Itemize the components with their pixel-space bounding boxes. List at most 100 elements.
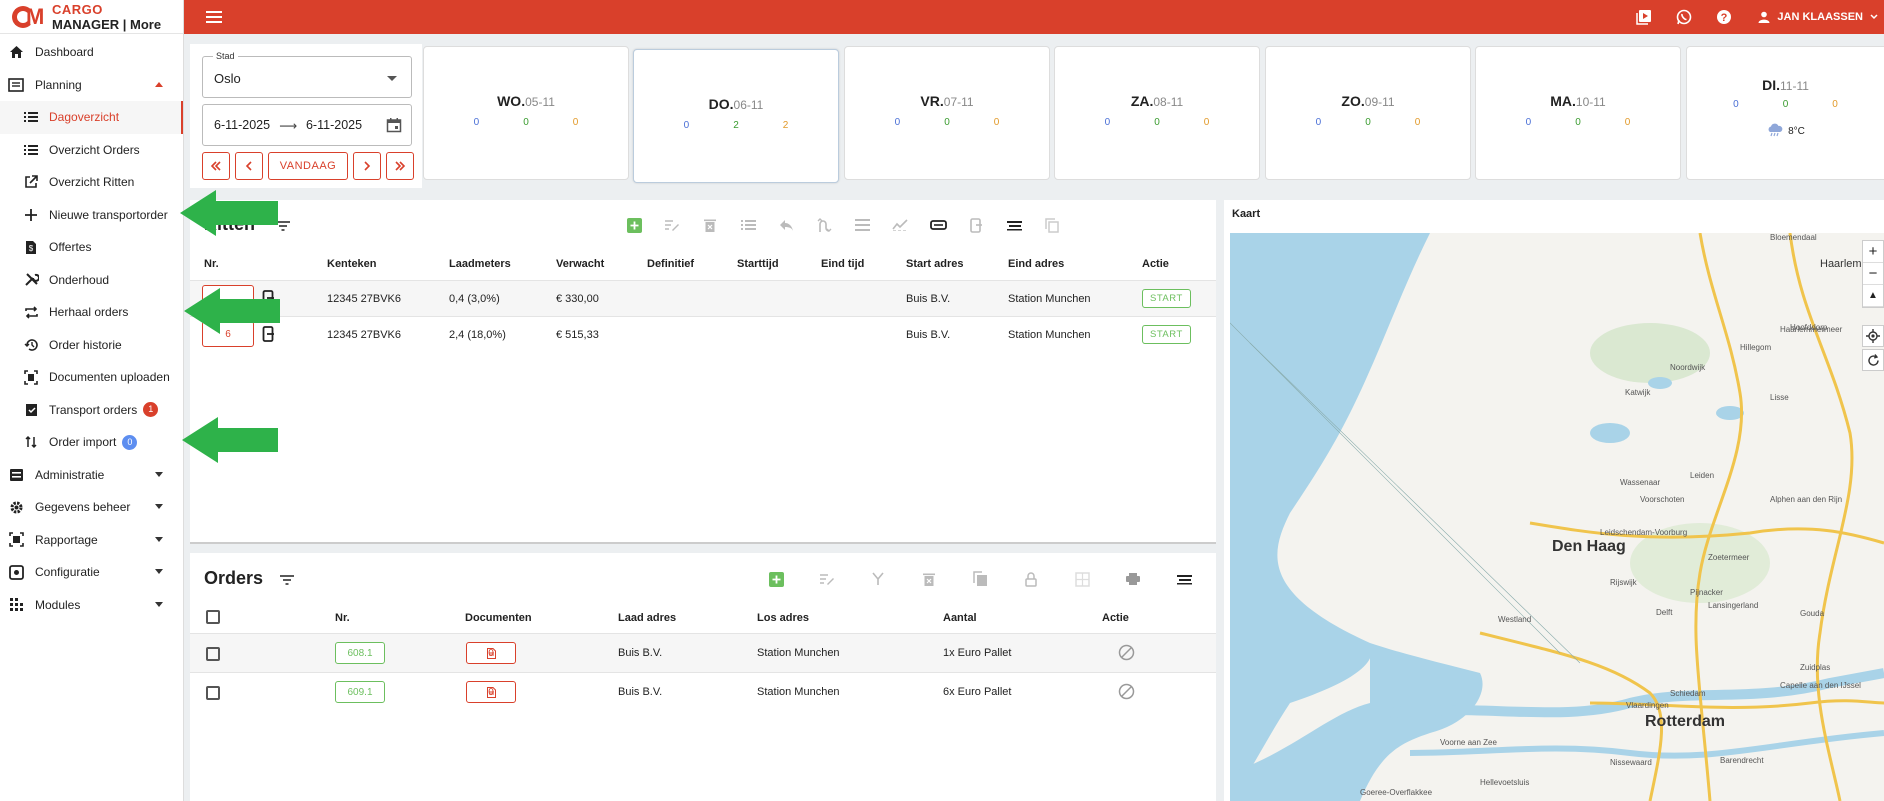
documents-button[interactable]: 0 [466,642,516,664]
sidebar-item-dashboard[interactable]: Dashboard [0,36,183,69]
video-library-icon[interactable] [1635,8,1653,26]
merge-icon[interactable] [869,570,887,588]
truck-icon[interactable] [1175,570,1193,588]
day-card[interactable]: WO.05-11 0 0 0 [423,46,629,180]
route-icon[interactable] [815,216,833,234]
user-menu[interactable]: JAN KLAASSEN [1755,8,1878,26]
compass-icon[interactable]: ▲ [1863,285,1883,307]
start-button[interactable]: START [1142,289,1191,308]
split-icon[interactable] [1073,570,1091,588]
select-all-checkbox[interactable] [206,610,220,624]
help-icon[interactable]: ? [1715,8,1733,26]
day-card[interactable]: ZA.08-11 0 0 0 [1054,46,1260,180]
edit-list-icon[interactable] [818,570,836,588]
sidebar-item-configuratie[interactable]: Configuratie [0,556,183,589]
sidebar-item-overzicht-orders[interactable]: Overzicht Orders [0,134,183,167]
sidebar-item-order-historie[interactable]: Order historie [0,329,183,362]
table-row[interactable]: 609.1 0 Buis B.V. Station Munchen 6x Eur… [190,672,1216,711]
mobile-icon[interactable] [967,216,985,234]
city-select[interactable]: Stad Oslo [202,51,412,98]
today-button[interactable]: VANDAAG [268,152,348,180]
lines-icon[interactable] [853,216,871,234]
add-icon[interactable] [625,216,643,234]
table-row[interactable]: 12345 27BVK6 0,4 (3,0%) € 330,00 Buis B.… [190,280,1216,316]
map-label: Capelle aan den IJssel [1780,681,1861,690]
copy-document-icon[interactable] [971,570,989,588]
sidebar-item-label: Onderhoud [49,272,110,287]
truck-icon[interactable] [1005,216,1023,234]
start-button[interactable]: START [1142,325,1191,344]
eind-adres: Station Munchen [1008,293,1091,305]
day-card[interactable]: VR.07-11 0 0 0 [844,46,1050,180]
sidebar-item-documenten-uploaden[interactable]: Documenten uploaden [0,361,183,394]
truck-card-icon[interactable] [929,216,947,234]
map-label: Hillegom [1740,343,1772,352]
sidebar-item-herhaal-orders[interactable]: Herhaal orders [0,296,183,329]
orders-table-header: Nr. Documenten Laad adres Los adres Aant… [190,610,1216,634]
day-card[interactable]: MA.10-11 0 0 0 [1475,46,1681,180]
calendar-icon[interactable] [386,117,402,136]
order-nr-button[interactable]: 608.1 [335,642,385,664]
col-start-adres: Start adres [906,258,964,270]
sidebar-item-administratie[interactable]: Administratie [0,459,183,492]
locate-icon[interactable] [1862,325,1884,347]
laad-adres: Buis B.V. [618,686,663,698]
zoom-in-button[interactable]: + [1863,241,1883,263]
refresh-icon[interactable] [1862,349,1884,371]
sidebar-item-nieuwe-transportorder[interactable]: Nieuwe transportorder [0,199,183,232]
list-icon[interactable] [739,216,757,234]
first-page-button[interactable] [202,152,230,180]
day-card-selected[interactable]: DO.06-11 0 2 2 [633,49,839,183]
documents-button[interactable]: 0 [466,681,516,703]
row-checkbox[interactable] [206,686,220,700]
day-date: 05-11 [525,95,555,109]
app-logo[interactable]: M CARGO MANAGER | More [0,0,183,34]
reply-icon[interactable] [777,216,795,234]
whatsapp-icon[interactable] [1675,8,1693,26]
ritten-table-header: Nr. Kenteken Laadmeters Verwacht Definit… [190,258,1216,280]
table-row[interactable]: 608.1 0 Buis B.V. Station Munchen 1x Eur… [190,633,1216,672]
blocked-icon[interactable] [1118,644,1135,664]
edit-list-icon[interactable] [663,216,681,234]
sidebar-item-gegevens-beheer[interactable]: Gegevens beheer [0,491,183,524]
map-view[interactable]: Den Haag Rotterdam Haarlem Bloemendaal H… [1230,233,1884,801]
previous-button[interactable] [235,152,263,180]
sidebar-item-dagoverzicht[interactable]: Dagoverzicht [0,101,183,134]
map-label: Pijnacker [1690,588,1723,597]
delete-icon[interactable] [920,570,938,588]
menu-icon[interactable] [206,11,222,23]
lock-icon[interactable] [1022,570,1040,588]
order-nr-button[interactable]: 609.1 [335,681,385,703]
day-card[interactable]: ZO.09-11 0 0 0 [1265,46,1471,180]
sidebar-item-planning[interactable]: Planning [0,69,183,102]
sidebar-item-overzicht-ritten[interactable]: Overzicht Ritten [0,166,183,199]
home-icon [7,43,25,61]
sidebar-item-modules[interactable]: Modules [0,589,183,622]
blocked-icon[interactable] [1118,683,1135,703]
list-icon [22,108,40,126]
sidebar-item-transport-orders[interactable]: Transport orders 1 [0,394,183,427]
copy-icon[interactable] [1043,216,1061,234]
sidebar-item-offertes[interactable]: $ Offertes [0,231,183,264]
filter-icon[interactable] [276,220,290,234]
last-page-button[interactable] [386,152,414,180]
row-checkbox[interactable] [206,647,220,661]
delete-icon[interactable] [701,216,719,234]
sidebar-item-order-import[interactable]: Order import 0 [0,426,183,459]
print-icon[interactable] [1124,570,1142,588]
day-card[interactable]: DI.11-11 0 0 0 8°C [1686,46,1884,180]
sidebar-item-onderhoud[interactable]: Onderhoud [0,264,183,297]
analytics-icon[interactable] [891,216,909,234]
orders-title: Orders [204,568,264,588]
day-name: DI. [1762,77,1780,93]
table-row[interactable]: 6 12345 27BVK6 2,4 (18,0%) € 515,33 Buis… [190,316,1216,352]
col-nr: Nr. [204,258,219,270]
add-icon[interactable] [767,570,785,588]
sidebar-item-rapportage[interactable]: Rapportage [0,524,183,557]
zoom-out-button[interactable]: − [1863,263,1883,285]
col-actie: Actie [1102,612,1129,624]
next-button[interactable] [353,152,381,180]
map-label: Leiden [1690,471,1715,480]
date-range-input[interactable]: 6-11-2025 ⟶ 6-11-2025 [202,104,412,146]
filter-icon[interactable] [280,574,294,588]
